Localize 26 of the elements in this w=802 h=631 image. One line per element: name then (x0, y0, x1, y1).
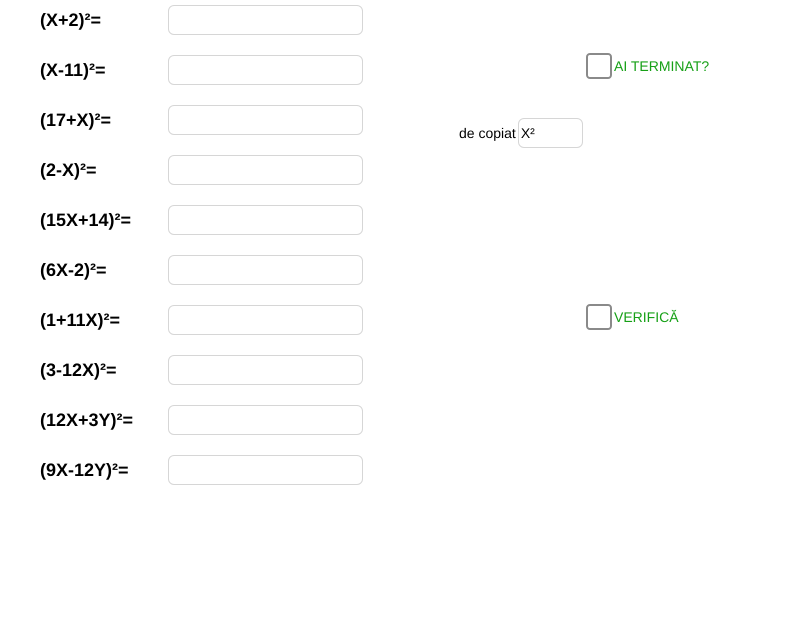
exercise-label: (9X-12Y)²= (40, 458, 130, 482)
checkbox-label: AI TERMINAT? (614, 56, 710, 76)
exercise-label: (12X+3Y)²= (40, 408, 134, 432)
answer-field[interactable] (168, 405, 363, 435)
answer-field[interactable] (168, 305, 363, 335)
exercise-label: (15X+14)²= (40, 208, 132, 232)
answer-field[interactable] (168, 355, 363, 385)
checkbox[interactable] (586, 304, 612, 330)
exercise-label: (17+X)²= (40, 108, 112, 132)
exercise-label: (X+2)²= (40, 8, 102, 32)
copy-label: de copiat (459, 124, 516, 143)
exercise-label: (3-12X)²= (40, 358, 118, 382)
exercise-label: (1+11X)²= (40, 308, 122, 332)
answer-field[interactable] (168, 105, 363, 135)
answer-field[interactable] (168, 255, 363, 285)
answer-field[interactable] (168, 455, 363, 485)
exercise-label: (6X-2)²= (40, 258, 108, 282)
exercise-label: (X-11)²= (40, 58, 107, 82)
answer-field[interactable] (168, 155, 363, 185)
answer-field[interactable] (168, 55, 363, 85)
answer-field[interactable] (168, 205, 363, 235)
answer-field[interactable] (168, 5, 363, 35)
checkbox[interactable] (586, 53, 612, 79)
copy-field[interactable]: X² (518, 118, 583, 148)
checkbox-label: VERIFICĂ (614, 308, 679, 326)
exercise-label: (2-X)²= (40, 158, 98, 182)
